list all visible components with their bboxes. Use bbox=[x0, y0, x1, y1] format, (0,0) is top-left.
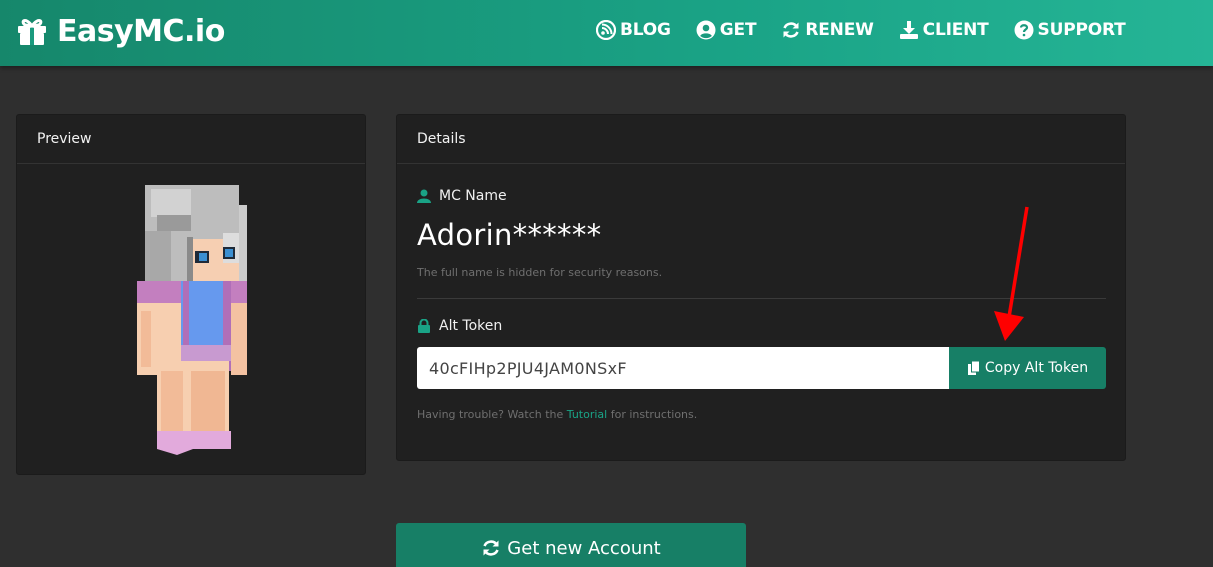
nav-get[interactable]: GET bbox=[696, 20, 757, 40]
alt-token-input[interactable] bbox=[417, 347, 949, 389]
nav-renew[interactable]: RENEW bbox=[781, 20, 874, 40]
copy-icon bbox=[967, 361, 980, 375]
alt-token-label-text: Alt Token bbox=[439, 318, 503, 334]
nav-get-label: GET bbox=[719, 20, 757, 40]
annotation-arrow bbox=[994, 206, 1029, 341]
trouble-prefix: Having trouble? Watch the bbox=[417, 408, 567, 421]
get-new-account-button[interactable]: Get new Account bbox=[396, 523, 746, 567]
nav-client[interactable]: CLIENT bbox=[899, 20, 989, 40]
refresh-icon bbox=[783, 22, 800, 38]
mc-name-label: MC Name bbox=[417, 188, 507, 204]
question-circle-icon bbox=[1014, 20, 1034, 40]
trouble-suffix: for instructions. bbox=[607, 408, 698, 421]
gift-icon bbox=[18, 19, 46, 45]
mc-name-label-text: MC Name bbox=[439, 188, 507, 204]
mc-name-value: Adorin****** bbox=[417, 218, 602, 252]
top-navbar: EasyMC.io BLOG GET RENEW CLIENT SUPPORT bbox=[0, 0, 1213, 66]
nav-support-label: SUPPORT bbox=[1037, 20, 1126, 40]
nav-client-label: CLIENT bbox=[922, 20, 989, 40]
preview-card: Preview bbox=[16, 114, 366, 475]
user-circle-icon bbox=[696, 20, 716, 40]
blog-feed-icon bbox=[596, 20, 616, 40]
alt-token-label: Alt Token bbox=[417, 318, 502, 334]
nav-menu: BLOG GET RENEW CLIENT SUPPORT bbox=[596, 18, 1151, 42]
brand-name: EasyMC.io bbox=[57, 13, 225, 49]
nav-blog-label: BLOG bbox=[620, 20, 671, 40]
trouble-hint: Having trouble? Watch the Tutorial for i… bbox=[417, 408, 697, 421]
copy-alt-token-label: Copy Alt Token bbox=[984, 360, 1089, 376]
refresh-icon bbox=[483, 540, 500, 556]
skin-preview-image bbox=[137, 185, 247, 455]
preview-header: Preview bbox=[17, 115, 365, 164]
nav-blog[interactable]: BLOG bbox=[596, 20, 671, 40]
download-icon bbox=[899, 21, 918, 39]
user-icon bbox=[417, 189, 431, 203]
get-new-account-label: Get new Account bbox=[507, 537, 661, 559]
brand-logo[interactable]: EasyMC.io bbox=[16, 13, 225, 49]
nav-renew-label: RENEW bbox=[805, 20, 874, 40]
lock-icon bbox=[418, 319, 430, 333]
nav-support[interactable]: SUPPORT bbox=[1014, 20, 1126, 40]
copy-alt-token-button[interactable]: Copy Alt Token bbox=[949, 347, 1106, 389]
details-header: Details bbox=[397, 115, 1125, 164]
security-hint: The full name is hidden for security rea… bbox=[417, 266, 663, 279]
tutorial-link[interactable]: Tutorial bbox=[567, 408, 607, 421]
